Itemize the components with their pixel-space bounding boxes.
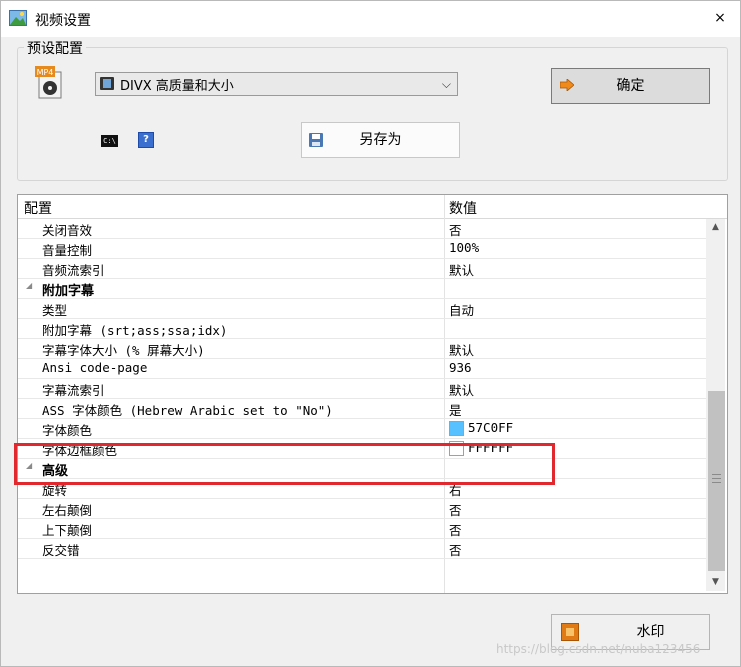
row-value[interactable]: 否 (449, 520, 462, 539)
row-value[interactable]: 默认 (449, 260, 474, 279)
site-watermark-text: https://blog.csdn.net/nuba123456 (496, 642, 701, 656)
row-value[interactable]: 右 (449, 480, 462, 499)
row-value[interactable]: 100% (449, 240, 479, 255)
row-key: 旋转 (42, 483, 68, 498)
save-as-button-label: 另存为 (359, 132, 402, 148)
border-color-swatch[interactable] (449, 441, 464, 456)
grid-rows: 关闭音效否 音量控制 100% 音频流索引 默认 ◢ 附加字幕 类型 自动 附加字幕 (… (18, 219, 706, 559)
grid-row-flip-vertical[interactable]: 上下颠倒 否 (18, 519, 706, 539)
ok-button-label: 确定 (616, 78, 645, 94)
grid-row-flip-horizontal[interactable]: 左右颠倒 否 (18, 499, 706, 519)
grid-row-deinterlace[interactable]: 反交错 否 (18, 539, 706, 559)
grid-category-advanced[interactable]: ◢ 高级 (18, 459, 706, 479)
title-bar: 视频设置 × (1, 1, 740, 37)
row-value[interactable]: 936 (449, 360, 472, 375)
row-value[interactable]: 57C0FF (468, 420, 513, 435)
row-value[interactable]: 自动 (449, 300, 474, 319)
row-key: 字体颜色 (42, 423, 93, 438)
grid-row-font-color[interactable]: 字体颜色 57C0FF (18, 419, 706, 439)
grid-row-subtitle-file[interactable]: 附加字幕 (srt;ass;ssa;idx) (18, 319, 706, 339)
thumb-grip (712, 482, 721, 483)
row-value[interactable]: 默认 (449, 340, 474, 359)
row-value[interactable]: 是 (449, 400, 462, 419)
row-value[interactable]: 否 (449, 220, 462, 239)
preset-dropdown-value: DIVX 高质量和大小 (120, 79, 234, 94)
collapse-triangle-icon[interactable]: ◢ (26, 281, 32, 290)
row-key: 字幕流索引 (42, 383, 105, 398)
font-color-swatch[interactable] (449, 421, 464, 436)
chevron-down-icon: ⌵ (441, 77, 451, 91)
column-header-setting[interactable]: 配置 (24, 198, 52, 218)
collapse-triangle-icon[interactable]: ◢ (26, 461, 32, 470)
scrollbar-thumb[interactable] (708, 391, 725, 571)
grid-row-subtitle-font-size[interactable]: 字幕字体大小 (% 屏幕大小) 默认 (18, 339, 706, 359)
grid-row-ansi-codepage[interactable]: Ansi code-page 936 (18, 359, 706, 379)
preset-dropdown[interactable]: DIVX 高质量和大小 ⌵ (95, 72, 458, 96)
grid-row-ass-font-color[interactable]: ASS 字体颜色 (Hebrew Arabic set to "No") 是 (18, 399, 706, 419)
category-label: 高级 (42, 464, 69, 479)
save-as-button[interactable]: 另存为 (301, 122, 460, 158)
grid-row-border-color[interactable]: 字体边框颜色 FFFFFF (18, 439, 706, 459)
app-picture-icon (9, 10, 27, 26)
row-key: 上下颠倒 (42, 523, 93, 538)
row-value[interactable]: 默认 (449, 380, 474, 399)
command-prompt-icon[interactable]: C:\ (101, 135, 118, 147)
grid-row-mute-audio[interactable]: 关闭音效 否 (18, 219, 706, 239)
row-key: 附加字幕 (srt;ass;ssa;idx) (42, 323, 228, 338)
grid-row-subtitle-stream[interactable]: 字幕流索引 默认 (18, 379, 706, 399)
category-label: 附加字幕 (42, 284, 95, 299)
grid-row-subtitle-type[interactable]: 类型 自动 (18, 299, 706, 319)
row-key: 音频流索引 (42, 263, 105, 278)
thumb-grip (712, 474, 721, 475)
close-button[interactable]: × (706, 6, 734, 30)
mp4-badge-text: MP4 (37, 68, 54, 77)
film-icon (100, 77, 114, 90)
video-settings-window: 视频设置 × 预设配置 MP4 DIVX 高质量和大小 ⌵ 确定 C:\ ? 另… (0, 0, 741, 667)
settings-property-grid: 配置 数值 关闭音效否 音量控制 100% 音频流索引 默认 ◢ 附加字幕 类型 自动 … (17, 194, 728, 594)
row-key: ASS 字体颜色 (Hebrew Arabic set to "No") (42, 403, 333, 418)
watermark-image-icon (561, 623, 579, 641)
grid-row-volume[interactable]: 音量控制 100% (18, 239, 706, 259)
row-key: 字幕字体大小 (% 屏幕大小) (42, 343, 205, 358)
column-header-value[interactable]: 数值 (449, 198, 477, 218)
row-key: 反交错 (42, 543, 80, 558)
grid-row-audio-stream[interactable]: 音频流索引 默认 (18, 259, 706, 279)
row-key: 类型 (42, 303, 68, 318)
grid-header: 配置 数值 (18, 195, 727, 219)
vertical-scrollbar[interactable]: ▲ ▼ (706, 219, 725, 591)
grid-category-subtitles[interactable]: ◢ 附加字幕 (18, 279, 706, 299)
row-value[interactable]: FFFFFF (468, 440, 513, 455)
row-key: 关闭音效 (42, 223, 93, 238)
window-title: 视频设置 (35, 13, 91, 29)
scroll-up-arrow-icon[interactable]: ▲ (706, 219, 725, 236)
ok-button[interactable]: 确定 (551, 68, 710, 104)
mp4-file-icon: MP4 (35, 66, 62, 99)
preset-group-title: 预设配置 (24, 38, 86, 58)
help-icon[interactable]: ? (138, 132, 154, 148)
row-value[interactable]: 否 (449, 540, 462, 559)
grid-row-rotate[interactable]: 旋转 右 (18, 479, 706, 499)
row-key: 音量控制 (42, 243, 93, 258)
thumb-grip (712, 478, 721, 479)
row-value[interactable]: 否 (449, 500, 462, 519)
row-key: 左右颠倒 (42, 503, 93, 518)
scroll-down-arrow-icon[interactable]: ▼ (706, 574, 725, 591)
row-key: 字体边框颜色 (42, 443, 118, 458)
row-key: Ansi code-page (42, 360, 148, 375)
